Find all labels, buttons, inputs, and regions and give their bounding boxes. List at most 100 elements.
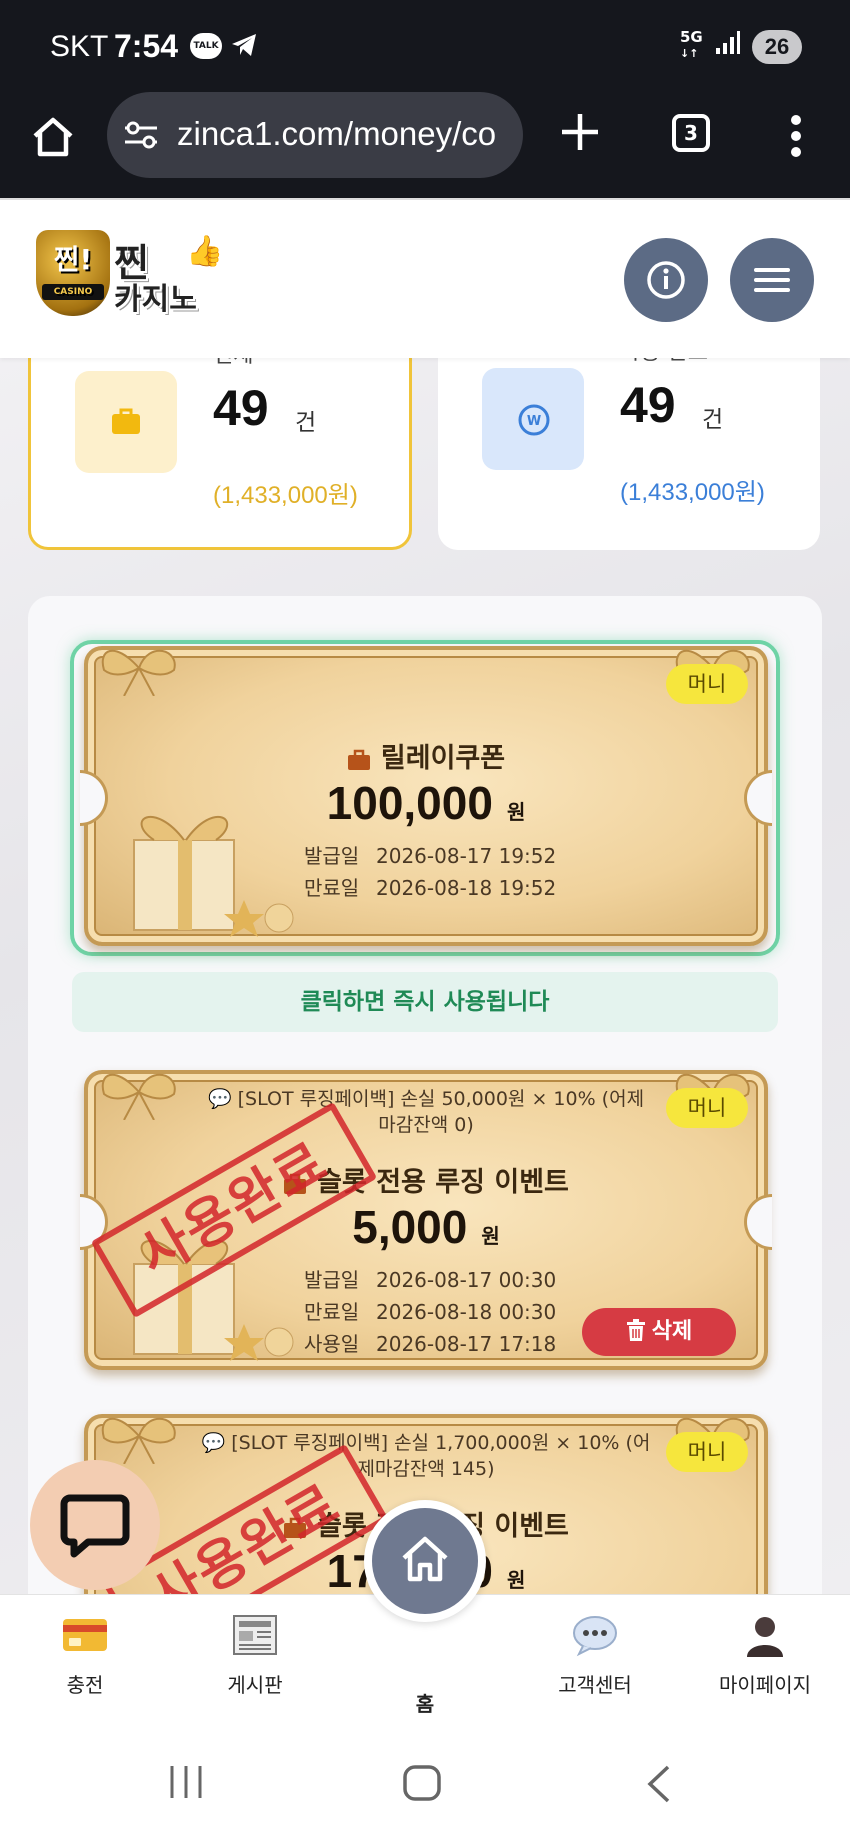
ribbon-bow-icon <box>101 649 176 696</box>
issued-date: 2026-08-17 19:52 <box>376 844 557 868</box>
credit-card-icon <box>63 1619 107 1651</box>
hamburger-icon <box>754 268 790 292</box>
nav-label: 충전 <box>66 1673 104 1697</box>
nav-item-support[interactable]: 고객센터 <box>530 1613 660 1698</box>
stat-unit: 건 <box>702 407 724 433</box>
coupon-note-line1: [SLOT 루징페이백] 손실 50,000원 × 10% (어제 <box>237 1088 645 1110</box>
carrier-label: SKT <box>50 30 109 63</box>
menu-button[interactable] <box>730 238 814 322</box>
issued-label: 발급일 <box>304 844 360 868</box>
briefcase-icon <box>347 749 370 770</box>
won-coin-icon: W <box>482 368 584 470</box>
trash-icon <box>626 1319 645 1341</box>
coupon-title: 릴레이쿠폰 <box>76 736 776 775</box>
logo-badge: 찐! CASINO <box>36 230 110 316</box>
battery-indicator: 26 <box>752 30 802 64</box>
coupon-amount-unit: 원 <box>506 800 526 824</box>
newspaper-icon <box>233 1615 277 1655</box>
nav-label: 고객센터 <box>558 1673 632 1697</box>
thumbs-up-icon: 👍 <box>186 234 224 269</box>
system-nav-bar <box>0 1724 850 1842</box>
coupon-card[interactable]: 머니 릴레이쿠폰 100,000 원 발급일 2026-08-17 19:52 만료… <box>76 640 776 946</box>
nav-item-charge[interactable]: 충전 <box>20 1613 150 1698</box>
user-icon <box>747 1617 783 1657</box>
coupon-amount-unit: 원 <box>506 1568 526 1592</box>
money-badge: 머니 <box>666 664 748 704</box>
home-icon <box>402 1536 448 1582</box>
issued-label: 발급일 <box>304 1268 360 1292</box>
browser-toolbar: zinca1.com/money/co 3 <box>0 92 850 198</box>
site-settings-icon[interactable] <box>123 120 159 154</box>
stat-unit: 건 <box>295 410 317 436</box>
stat-card-total[interactable]: 전체 49 건 (1,433,000원) <box>28 358 412 550</box>
home-label: 홈 <box>415 1692 435 1716</box>
recent-apps-icon[interactable] <box>166 1764 206 1804</box>
info-icon <box>647 261 685 299</box>
stat-amount: (1,433,000원) <box>213 482 358 509</box>
coupon-note: 💬 [SLOT 루징페이백] 손실 50,000원 × 10% (어제 마감잔액 … <box>76 1086 776 1138</box>
coupon-expires-row: 만료일 2026-08-18 00:30 <box>304 1296 556 1325</box>
issued-date: 2026-08-17 00:30 <box>376 1268 557 1292</box>
url-bar[interactable]: zinca1.com/money/co <box>107 92 523 178</box>
coupon-amount: 100,000 원 <box>76 776 776 830</box>
briefcase-icon <box>75 371 177 473</box>
coupon-note-line1: [SLOT 루징페이백] 손실 1,700,000원 × 10% (어 <box>231 1432 651 1454</box>
home-button-inner <box>372 1508 478 1614</box>
expires-label: 만료일 <box>304 1300 360 1324</box>
coupon-note: 💬 [SLOT 루징페이백] 손실 1,700,000원 × 10% (어 제마감… <box>76 1430 776 1482</box>
expires-date: 2026-08-18 19:52 <box>376 876 557 900</box>
chat-icon <box>60 1494 130 1558</box>
coupon-amount-unit: 원 <box>481 1224 500 1248</box>
stat-amount: (1,433,000원) <box>620 479 765 506</box>
tab-switcher-button[interactable]: 3 <box>672 114 710 152</box>
expires-label: 만료일 <box>304 876 360 900</box>
kakaotalk-icon: TALK <box>190 33 222 59</box>
browser-home-icon[interactable] <box>30 114 76 164</box>
coupon-amount-value: 100,000 <box>326 777 493 829</box>
svg-text:W: W <box>527 414 541 429</box>
nav-item-board[interactable]: 게시판 <box>190 1613 320 1698</box>
home-button[interactable] <box>364 1500 486 1622</box>
nav-label: 마이페이지 <box>719 1673 811 1697</box>
more-options-icon[interactable] <box>790 114 802 162</box>
coupon-title-text: 릴레이쿠폰 <box>380 743 506 774</box>
site-header: 찐! CASINO 찐 👍 카지노 <box>0 198 850 358</box>
back-icon[interactable] <box>644 1764 674 1808</box>
telegram-icon <box>230 32 258 62</box>
expires-date: 2026-08-18 00:30 <box>376 1300 557 1324</box>
used-date: 2026-08-17 17:18 <box>376 1332 557 1356</box>
logo-wordmark-sub: 카지노 <box>114 282 197 317</box>
coupon-note-line2: 마감잔액 0) <box>378 1114 474 1136</box>
stat-label: 전체 <box>213 358 253 369</box>
home-system-icon[interactable] <box>402 1764 442 1806</box>
coupon-note-line2: 제마감잔액 145) <box>357 1458 495 1480</box>
status-bar: SKT 7:54 TALK 5G ↓↑ 26 <box>0 0 850 92</box>
info-button[interactable] <box>624 238 708 322</box>
chat-bubble-icon: 💬 <box>207 1088 232 1110</box>
chat-bubble-icon: 💬 <box>201 1432 226 1454</box>
stat-label: 사용 완료 <box>620 358 708 366</box>
signal-icon <box>715 30 741 60</box>
nav-label: 게시판 <box>227 1673 283 1697</box>
network-5g-icon: 5G ↓↑ <box>680 28 703 61</box>
network-label: 5G <box>680 28 703 46</box>
url-text: zinca1.com/money/co <box>177 115 497 152</box>
delete-label: 삭제 <box>651 1319 693 1344</box>
live-chat-button[interactable] <box>30 1460 160 1590</box>
nav-item-mypage[interactable]: 마이페이지 <box>700 1613 830 1698</box>
coupon-used-row: 사용일 2026-08-17 17:18 <box>304 1328 556 1357</box>
delete-button[interactable]: 삭제 <box>582 1308 736 1356</box>
coupon-issued-row: 발급일 2026-08-17 19:52 <box>304 840 556 869</box>
instant-use-hint[interactable]: 클릭하면 즉시 사용됩니다 <box>72 972 778 1032</box>
coupon-amount-value: 5,000 <box>352 1201 468 1253</box>
new-tab-icon[interactable] <box>558 110 602 158</box>
stat-card-used[interactable]: 사용 완료 W 49 건 (1,433,000원) <box>438 358 820 550</box>
stat-count: 49 <box>213 380 269 436</box>
site-logo[interactable]: 찐! CASINO 찐 👍 카지노 <box>36 230 223 320</box>
chat-bubble-icon <box>573 1616 617 1657</box>
coupon-card[interactable]: 머니 💬 [SLOT 루징페이백] 손실 50,000원 × 10% (어제 마감… <box>76 1064 776 1370</box>
used-label: 사용일 <box>304 1332 360 1356</box>
stat-count: 49 <box>620 377 676 433</box>
coupon-issued-row: 발급일 2026-08-17 00:30 <box>304 1264 556 1293</box>
clock: 7:54 <box>114 28 179 64</box>
